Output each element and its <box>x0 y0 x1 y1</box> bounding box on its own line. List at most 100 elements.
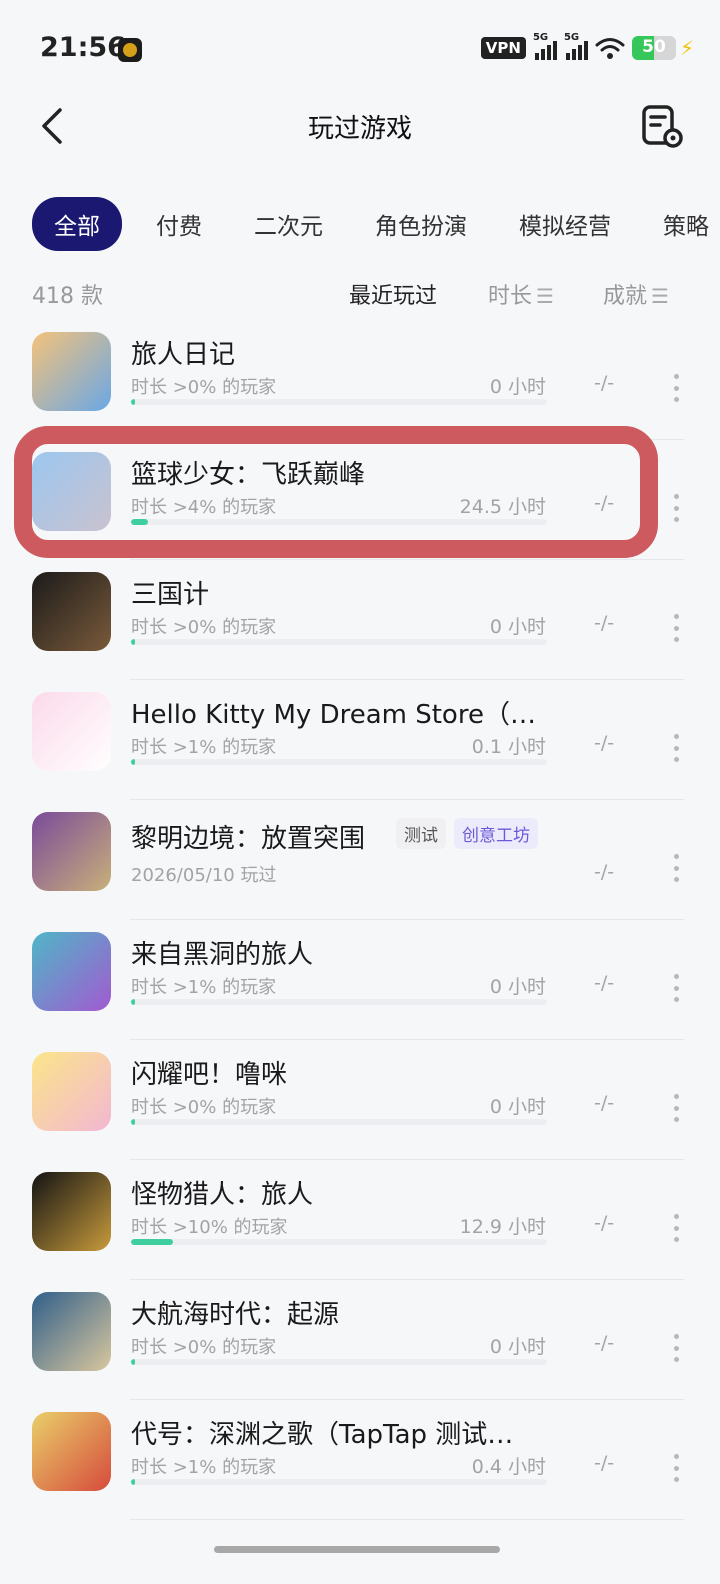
sort-duration-label: 时长 <box>488 284 533 309</box>
game-name: 闪耀吧！噜咪 <box>131 1060 288 1090</box>
tab-simulation[interactable]: 模拟经营 <box>519 207 611 241</box>
game-name: Hello Kitty My Dream Store（… <box>131 700 536 730</box>
game-icon-shine-lumi[interactable] <box>32 1052 111 1131</box>
game-subtitle: 2026/05/10 玩过 <box>131 865 277 886</box>
playtime-progress-fill <box>131 1119 136 1125</box>
game-row[interactable]: 三国计 时长 >0% 的玩家 0 小时 -/- <box>0 560 720 680</box>
sort-achievement-label: 成就 <box>603 284 648 309</box>
signal-icon-2: 5G <box>564 32 588 60</box>
sort-achievement[interactable]: 成就 ☰ <box>603 278 669 310</box>
battery-level: 50 <box>642 37 666 57</box>
tab-rpg[interactable]: 角色扮演 <box>375 207 467 241</box>
game-icon-abyss-song[interactable] <box>32 1412 111 1491</box>
more-options-icon[interactable] <box>666 1094 686 1122</box>
play-hours: 0.4 小时 <box>471 1456 546 1478</box>
tab-anime[interactable]: 二次元 <box>254 207 323 241</box>
game-subtitle: 时长 >10% 的玩家 <box>131 1217 288 1238</box>
game-icon-traveler-diary[interactable] <box>32 332 111 411</box>
game-row[interactable]: 代号：深渊之歌（TapTap 测试… 时长 >1% 的玩家 0.4 小时 -/- <box>0 1400 720 1520</box>
playtime-progress-fill <box>131 1479 136 1485</box>
game-row[interactable]: 怪物猎人：旅人时长 >10% 的玩家 12.9 小时 -/- <box>0 1160 720 1280</box>
game-name: 代号：深渊之歌（TapTap 测试… <box>131 1420 514 1450</box>
game-icon-basketball-girls[interactable] <box>32 452 111 531</box>
game-name: 篮球少女：飞跃巅峰 <box>131 460 366 490</box>
game-subtitle: 时长 >1% 的玩家 <box>131 737 277 758</box>
playtime-progress-fill <box>131 759 136 765</box>
achievement-value: -/- <box>594 1332 615 1354</box>
playtime-progress-fill <box>131 519 148 525</box>
playtime-progress-fill <box>131 1239 173 1245</box>
more-options-icon[interactable] <box>666 1214 686 1242</box>
status-icons: VPN 5G 5G 50 ⚡ <box>480 32 694 60</box>
game-name: 来自黑洞的旅人 <box>131 940 314 970</box>
more-options-icon[interactable] <box>666 734 686 762</box>
game-icon-uncharted-waters[interactable] <box>32 1292 111 1371</box>
workshop-badge: 创意工坊 <box>454 818 538 849</box>
achievement-value: -/- <box>594 612 615 634</box>
signal-label-2: 5G <box>563 32 580 43</box>
game-subtitle: 时长 >0% 的玩家 <box>131 1097 277 1118</box>
played-games-list: 旅人日记 时长 >0% 的玩家 0 小时 -/- 篮球少女：飞跃巅峰 时长 >4% 的玩家… <box>0 320 720 1520</box>
playtime-progress-bar <box>131 999 547 1005</box>
charging-icon: ⚡ <box>679 36 694 60</box>
status-time: 21:56 <box>40 32 126 63</box>
game-row[interactable]: 大航海时代：起源 时长 >0% 的玩家 0 小时 -/- <box>0 1280 720 1400</box>
game-subtitle: 时长 >0% 的玩家 <box>131 1337 277 1358</box>
app-header: 玩过游戏 <box>0 96 720 160</box>
game-icon-dawn-frontier[interactable] <box>32 812 111 891</box>
test-badge: 测试 <box>396 818 446 849</box>
play-hours: 0 小时 <box>489 376 546 398</box>
achievement-value: -/- <box>594 972 615 994</box>
game-row[interactable]: 黎明边境：放置突围 测试 创意工坊 2026/05/10 玩过 -/- <box>0 800 720 920</box>
more-options-icon[interactable] <box>666 854 686 882</box>
game-icon-three-kingdoms[interactable] <box>32 572 111 651</box>
game-row[interactable]: Hello Kitty My Dream Store（… 时长 >1% 的玩家 0.… <box>0 680 720 800</box>
home-indicator[interactable] <box>214 1546 500 1553</box>
tab-paid[interactable]: 付费 <box>156 207 202 241</box>
notification-app-icon <box>118 38 142 62</box>
game-name: 怪物猎人：旅人 <box>131 1180 314 1210</box>
game-row[interactable]: 闪耀吧！噜咪 时长 >0% 的玩家 0 小时 -/- <box>0 1040 720 1160</box>
sort-icon: ☰ <box>651 284 669 308</box>
achievement-value: -/- <box>594 1212 615 1234</box>
play-hours: 0 小时 <box>489 976 546 998</box>
playtime-progress-bar <box>131 1239 547 1245</box>
achievement-value: -/- <box>594 1452 615 1474</box>
battery-icon: 50 ⚡ <box>631 36 694 60</box>
tab-strategy[interactable]: 策略 <box>663 207 709 241</box>
list-settings-icon[interactable] <box>640 104 686 150</box>
more-options-icon[interactable] <box>666 494 686 522</box>
achievement-value: -/- <box>594 861 615 883</box>
playtime-progress-fill <box>131 399 136 405</box>
game-subtitle: 时长 >1% 的玩家 <box>131 977 277 998</box>
more-options-icon[interactable] <box>666 374 686 402</box>
row-divider <box>130 1519 684 1520</box>
sort-duration[interactable]: 时长 ☰ <box>488 278 554 310</box>
game-icon-monster-hunter[interactable] <box>32 1172 111 1251</box>
page-title: 玩过游戏 <box>307 114 412 144</box>
more-options-icon[interactable] <box>666 614 686 642</box>
game-subtitle: 时长 >4% 的玩家 <box>131 497 277 518</box>
sort-recent[interactable]: 最近玩过 <box>349 278 437 310</box>
tab-all[interactable]: 全部 <box>32 197 122 251</box>
status-bar: 21:56 VPN 5G 5G 50 ⚡ <box>0 0 720 96</box>
game-icon-hello-kitty[interactable] <box>32 692 111 771</box>
game-row[interactable]: 篮球少女：飞跃巅峰时长 >4% 的玩家 24.5 小时 -/- <box>0 440 720 560</box>
play-hours: 24.5 小时 <box>459 496 546 518</box>
playtime-progress-bar <box>131 1119 547 1125</box>
wifi-icon <box>595 38 625 59</box>
play-hours: 0 小时 <box>489 1096 546 1118</box>
game-row[interactable]: 来自黑洞的旅人时长 >1% 的玩家 0 小时 -/- <box>0 920 720 1040</box>
more-options-icon[interactable] <box>666 1454 686 1482</box>
achievement-value: -/- <box>594 492 615 514</box>
playtime-progress-fill <box>131 639 136 645</box>
playtime-progress-bar <box>131 519 547 525</box>
more-options-icon[interactable] <box>666 974 686 1002</box>
game-icon-blackhole-traveler[interactable] <box>32 932 111 1011</box>
game-row[interactable]: 旅人日记 时长 >0% 的玩家 0 小时 -/- <box>0 320 720 440</box>
signal-label: 5G <box>532 32 549 43</box>
playtime-progress-bar <box>131 1479 547 1485</box>
game-count: 418 款 <box>32 284 103 309</box>
more-options-icon[interactable] <box>666 1334 686 1362</box>
play-hours: 12.9 小时 <box>459 1216 546 1238</box>
